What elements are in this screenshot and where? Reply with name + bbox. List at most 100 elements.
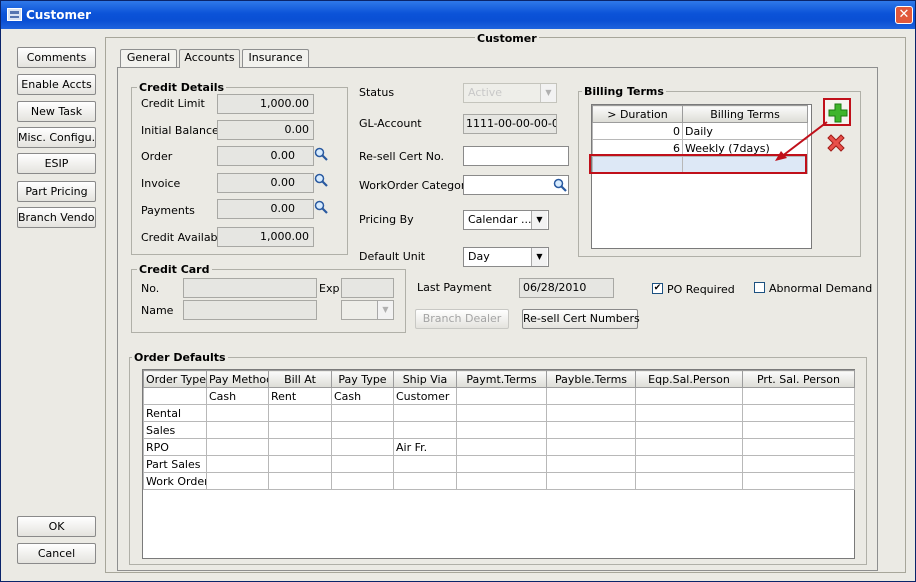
table-row[interactable]: Part Sales [143, 455, 855, 473]
table-cell[interactable] [331, 438, 394, 456]
last-payment-field[interactable]: 06/28/2010 [519, 278, 614, 298]
table-cell[interactable] [635, 455, 743, 473]
po-required-checkbox[interactable]: ✔ [652, 283, 663, 294]
invoice-field[interactable]: 0.00 [217, 173, 314, 193]
misc-config-button[interactable]: Misc. Configu... [17, 127, 96, 148]
table-cell[interactable] [206, 455, 269, 473]
bt-header-duration[interactable]: > Duration [592, 105, 683, 123]
table-cell[interactable]: Cash [331, 387, 394, 405]
table-cell[interactable] [456, 404, 547, 422]
table-row[interactable]: Sales [143, 421, 855, 439]
table-cell[interactable] [268, 421, 332, 439]
table-cell[interactable] [635, 404, 743, 422]
table-row[interactable]: Work Order [143, 472, 855, 490]
table-cell[interactable] [331, 455, 394, 473]
table-cell[interactable] [456, 455, 547, 473]
resell-cert-input[interactable] [463, 146, 569, 166]
close-button[interactable]: ✕ [895, 6, 913, 24]
order-field[interactable]: 0.00 [217, 146, 314, 166]
table-cell[interactable]: Rental [143, 404, 207, 422]
esip-button[interactable]: ESIP [17, 153, 96, 174]
table-cell[interactable] [206, 421, 269, 439]
initial-balance-field[interactable]: 0.00 [217, 120, 314, 140]
tab-general[interactable]: General [120, 49, 177, 67]
status-dropdown-icon[interactable]: ▼ [540, 84, 556, 102]
table-cell[interactable] [546, 455, 636, 473]
table-row[interactable]: RPO Air Fr. [143, 438, 855, 456]
table-cell[interactable] [268, 404, 332, 422]
od-header-pay-method[interactable]: Pay Method [206, 370, 269, 388]
branch-dealer-button[interactable]: Branch Dealer [415, 309, 509, 329]
od-header-paymt-terms[interactable]: Paymt.Terms [456, 370, 547, 388]
table-cell[interactable] [742, 404, 855, 422]
table-cell[interactable]: Cash [206, 387, 269, 405]
invoice-search-icon[interactable] [314, 173, 328, 187]
new-task-button[interactable]: New Task [17, 101, 96, 122]
credit-limit-field[interactable]: 1,000.00 [217, 94, 314, 114]
table-row[interactable]: Rental [143, 404, 855, 422]
table-cell[interactable] [331, 421, 394, 439]
default-unit-dropdown-icon[interactable]: ▼ [531, 248, 547, 266]
comments-button[interactable]: Comments [17, 47, 96, 68]
branch-vendor-button[interactable]: Branch Vendor [17, 207, 96, 228]
order-defaults-table-area[interactable]: Order Type Pay Method Bill At Pay Type S… [142, 369, 855, 559]
pricing-by-dropdown-icon[interactable]: ▼ [531, 211, 547, 229]
table-cell[interactable] [742, 472, 855, 490]
tab-insurance[interactable]: Insurance [242, 49, 309, 67]
table-cell[interactable] [456, 472, 547, 490]
cancel-button[interactable]: Cancel [17, 543, 96, 564]
table-cell[interactable]: Part Sales [143, 455, 207, 473]
table-cell[interactable] [546, 438, 636, 456]
table-cell[interactable] [268, 455, 332, 473]
enable-accts-button[interactable]: Enable Accts [17, 74, 96, 95]
gl-account-field[interactable]: 1111-00-00-00-00 [463, 114, 557, 134]
od-header-bill-at[interactable]: Bill At [268, 370, 332, 388]
table-cell[interactable] [635, 387, 743, 405]
table-cell[interactable] [331, 404, 394, 422]
workorder-search-icon[interactable] [553, 178, 567, 192]
table-cell[interactable] [546, 472, 636, 490]
table-cell[interactable]: Air Fr. [393, 438, 457, 456]
table-cell[interactable] [635, 472, 743, 490]
table-cell[interactable] [393, 472, 457, 490]
table-cell[interactable] [393, 421, 457, 439]
table-cell[interactable] [456, 387, 547, 405]
abnormal-demand-checkbox[interactable] [754, 282, 765, 293]
table-cell[interactable] [393, 404, 457, 422]
table-cell[interactable] [546, 404, 636, 422]
table-cell[interactable] [206, 472, 269, 490]
card-no-field[interactable] [183, 278, 317, 298]
table-cell[interactable] [143, 387, 207, 405]
table-cell[interactable] [268, 472, 332, 490]
resell-cert-numbers-button[interactable]: Re-sell Cert Numbers [522, 309, 640, 329]
table-cell[interactable] [742, 421, 855, 439]
od-header-payble-terms[interactable]: Payble.Terms [546, 370, 636, 388]
table-cell[interactable] [393, 455, 457, 473]
table-cell[interactable] [742, 455, 855, 473]
od-header-prt-sal-person[interactable]: Prt. Sal. Person [742, 370, 855, 388]
od-header-order-type[interactable]: Order Type [143, 370, 207, 388]
part-pricing-button[interactable]: Part Pricing [17, 181, 96, 202]
title-bar[interactable]: Customer ✕ [1, 1, 915, 29]
table-cell[interactable] [635, 421, 743, 439]
table-cell[interactable] [456, 438, 547, 456]
table-cell[interactable]: RPO [143, 438, 207, 456]
table-cell[interactable] [546, 421, 636, 439]
table-cell[interactable] [268, 438, 332, 456]
table-cell[interactable] [742, 387, 855, 405]
od-header-eqp-sal-person[interactable]: Eqp.Sal.Person [635, 370, 743, 388]
payments-search-icon[interactable] [314, 200, 328, 214]
table-cell[interactable]: Rent [268, 387, 332, 405]
table-cell[interactable]: 0 [592, 122, 683, 140]
tab-accounts[interactable]: Accounts [179, 49, 240, 68]
ok-button[interactable]: OK [17, 516, 96, 537]
table-cell[interactable]: Work Order [143, 472, 207, 490]
card-name-field[interactable] [183, 300, 317, 320]
credit-available-field[interactable]: 1,000.00 [217, 227, 314, 247]
table-cell[interactable] [206, 438, 269, 456]
order-search-icon[interactable] [314, 147, 328, 161]
od-header-ship-via[interactable]: Ship Via [393, 370, 457, 388]
table-cell[interactable] [206, 404, 269, 422]
payments-field[interactable]: 0.00 [217, 199, 314, 219]
table-cell[interactable] [546, 387, 636, 405]
